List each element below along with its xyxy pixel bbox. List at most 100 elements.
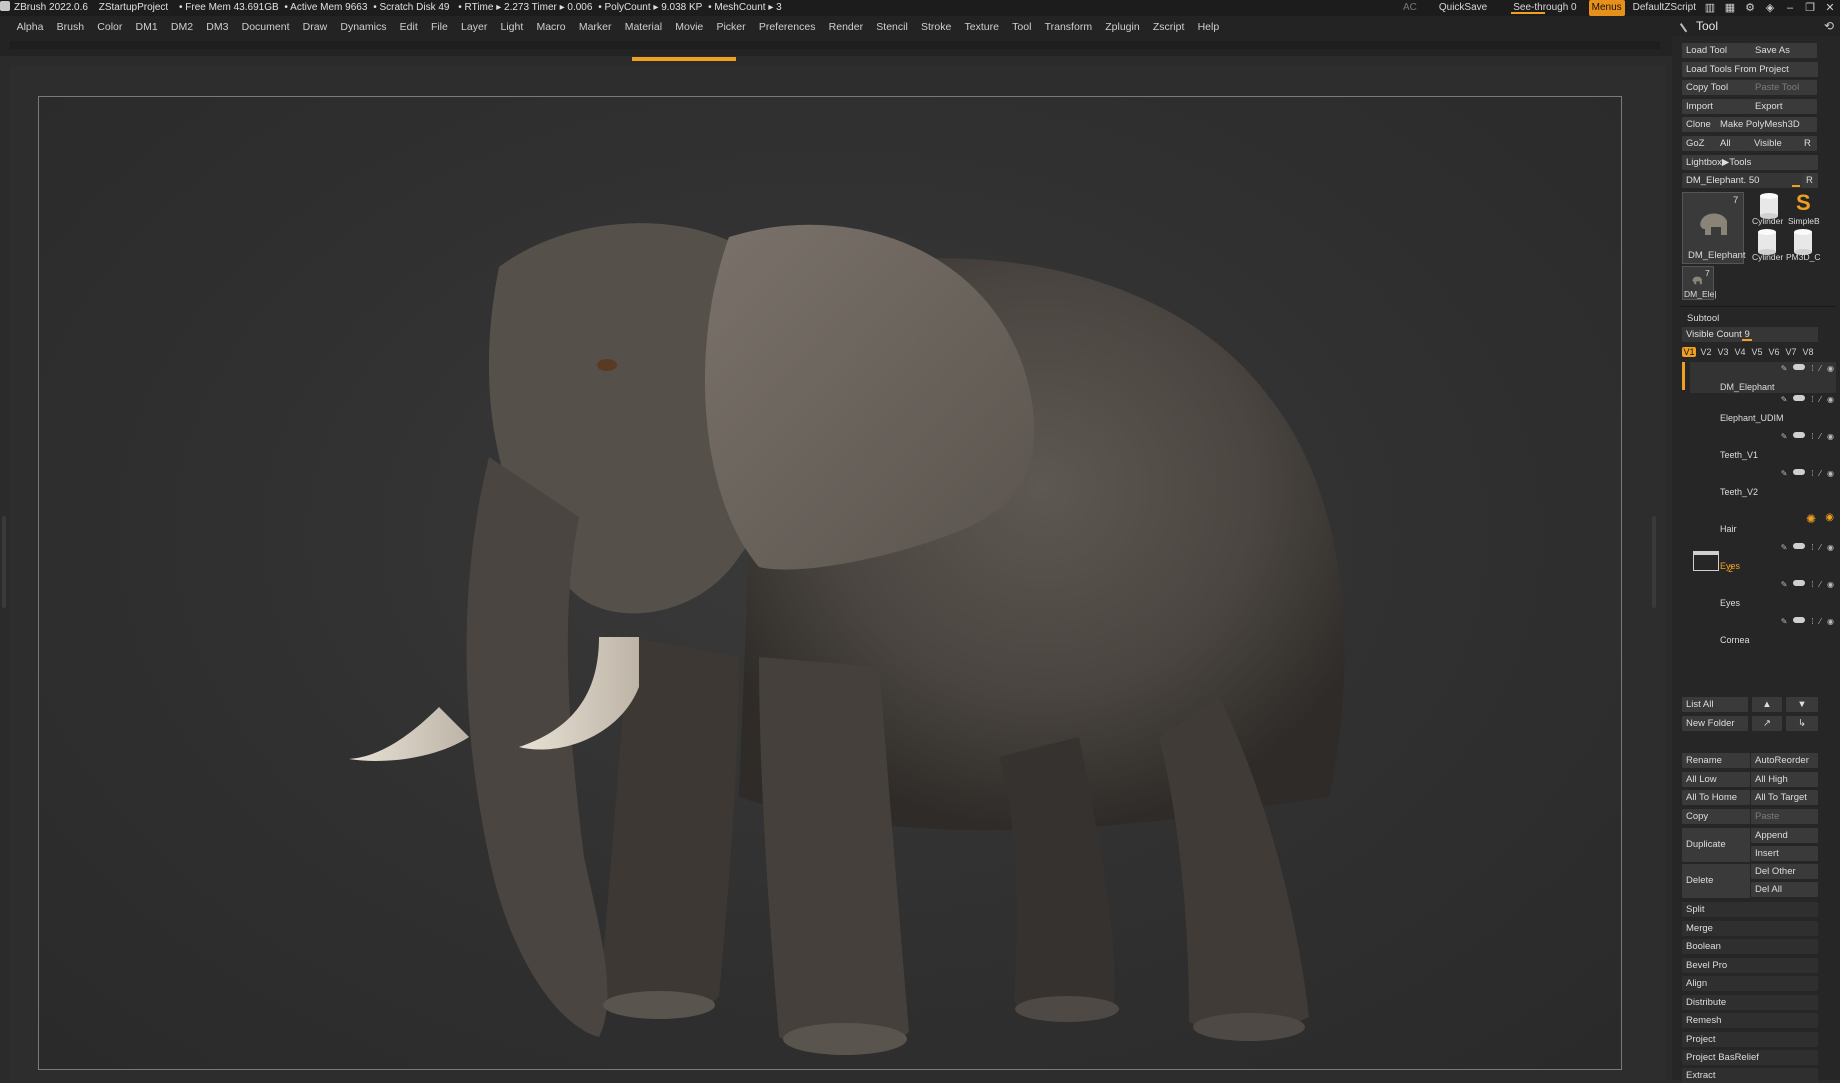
all-to-home-button[interactable]: All To Home: [1682, 790, 1750, 805]
append-button[interactable]: Append: [1751, 828, 1818, 843]
folder-eye-icon[interactable]: ◉: [1825, 512, 1834, 523]
menu-render[interactable]: Render: [822, 21, 870, 33]
goz-all-button[interactable]: All: [1716, 136, 1750, 151]
all-high-button[interactable]: All High: [1751, 772, 1818, 787]
menu-movie[interactable]: Movie: [669, 21, 710, 33]
eye-icon[interactable]: ◉: [1827, 395, 1834, 404]
del-all-button[interactable]: Del All: [1751, 882, 1818, 897]
subtool-tab-v6[interactable]: V6: [1767, 347, 1781, 357]
ac-label[interactable]: AC: [1403, 0, 1417, 16]
all-to-target-button[interactable]: All To Target: [1751, 790, 1818, 805]
menu-dm1[interactable]: DM1: [129, 21, 164, 33]
tool-thumb-elephant[interactable]: 7 DM_Elephant: [1682, 192, 1746, 264]
clone-button[interactable]: Clone: [1682, 117, 1716, 132]
subtool-row[interactable]: DM_Elephant ✎ ⁞ ⁄ ◉: [1690, 362, 1836, 393]
export-button[interactable]: Export: [1751, 99, 1817, 114]
goz-visible-button[interactable]: Visible: [1750, 136, 1800, 151]
default-zscript-button[interactable]: DefaultZScript: [1633, 0, 1696, 16]
rename-button[interactable]: Rename: [1682, 753, 1750, 768]
menu-zplugin[interactable]: Zplugin: [1099, 21, 1147, 33]
menus-toggle[interactable]: Menus: [1588, 0, 1625, 16]
menu-stroke[interactable]: Stroke: [914, 21, 958, 33]
pencil-icon[interactable]: ✎: [1781, 580, 1788, 589]
brush-icon[interactable]: ⁄: [1820, 469, 1821, 478]
lock-icon[interactable]: ⁞: [1811, 580, 1813, 589]
lock-icon[interactable]: ⁞: [1811, 395, 1813, 404]
brush-icon[interactable]: ⁄: [1820, 543, 1821, 552]
quicksave-button[interactable]: QuickSave: [1439, 0, 1487, 16]
menu-material[interactable]: Material: [618, 21, 669, 33]
subtool-tab-v3[interactable]: V3: [1716, 347, 1730, 357]
move-down-button[interactable]: ▼: [1786, 697, 1818, 712]
autoreorder-button[interactable]: AutoReorder: [1751, 753, 1818, 768]
paste-tool-button[interactable]: Paste Tool: [1751, 80, 1817, 95]
copy-tool-button[interactable]: Copy Tool: [1682, 80, 1752, 95]
subtool-row[interactable]: Teeth_V2 ✎ ⁞ ⁄ ◉: [1690, 467, 1836, 498]
menu-stencil[interactable]: Stencil: [870, 21, 915, 33]
brush-icon[interactable]: ⁄: [1820, 580, 1821, 589]
pencil-icon[interactable]: ✎: [1781, 364, 1788, 373]
toggle-icon[interactable]: [1793, 543, 1806, 549]
tool-thumb-simplebrush[interactable]: S SimpleB: [1786, 190, 1820, 228]
pencil-icon[interactable]: ✎: [1781, 543, 1788, 552]
subtool-row[interactable]: Elephant_UDIM ✎ ⁞ ⁄ ◉: [1690, 393, 1836, 424]
paste-subtool-button[interactable]: Paste: [1751, 809, 1818, 824]
seethrough-slider[interactable]: See-through 0: [1509, 0, 1580, 16]
align-menu[interactable]: Align: [1682, 976, 1818, 991]
current-tool-r-button[interactable]: R: [1802, 173, 1818, 188]
load-tool-button[interactable]: Load Tool: [1682, 43, 1752, 58]
brush-icon[interactable]: ⁄: [1820, 617, 1821, 626]
bevel-pro-menu[interactable]: Bevel Pro: [1682, 958, 1818, 973]
menu-dm3[interactable]: DM3: [200, 21, 235, 33]
copy-subtool-button[interactable]: Copy: [1682, 809, 1750, 824]
visible-count-slider[interactable]: Visible Count 9: [1682, 327, 1818, 342]
settings-icon[interactable]: ⚙: [1744, 0, 1756, 16]
menu-transform[interactable]: Transform: [1038, 21, 1099, 33]
del-other-button[interactable]: Del Other: [1751, 864, 1818, 879]
new-folder-button[interactable]: New Folder: [1682, 716, 1748, 731]
delete-button[interactable]: Delete: [1682, 864, 1750, 898]
goz-button[interactable]: GoZ: [1682, 136, 1716, 151]
lock-icon[interactable]: ⁞: [1811, 469, 1813, 478]
insert-button[interactable]: Insert: [1751, 846, 1818, 861]
lightbox-tools-button[interactable]: Lightbox▶Tools: [1682, 155, 1818, 170]
split-menu[interactable]: Split: [1682, 902, 1818, 917]
restore-icon[interactable]: ❐: [1804, 0, 1816, 16]
boolean-menu[interactable]: Boolean: [1682, 939, 1818, 954]
tool-thumb-cylinder-2[interactable]: Cylinder: [1752, 228, 1784, 264]
load-tools-from-project-button[interactable]: Load Tools From Project: [1682, 62, 1818, 77]
duplicate-button[interactable]: Duplicate: [1682, 828, 1750, 862]
toggle-icon[interactable]: [1793, 432, 1806, 438]
toggle-icon[interactable]: [1793, 469, 1806, 475]
toggle-icon[interactable]: [1793, 580, 1806, 586]
current-tool-slider[interactable]: DM_Elephant. 50: [1682, 173, 1802, 188]
subtool-row[interactable]: Cornea ✎ ⁞ ⁄ ◉: [1690, 615, 1836, 646]
project-menu[interactable]: Project: [1682, 1032, 1818, 1047]
tool-thumb-cylinder-1[interactable]: Cylinder: [1752, 192, 1784, 228]
menu-document[interactable]: Document: [235, 21, 296, 33]
help-icon[interactable]: ◈: [1764, 0, 1776, 16]
subtool-tab-v2[interactable]: V2: [1699, 347, 1713, 357]
lock-icon[interactable]: ⁞: [1811, 432, 1813, 441]
menu-dynamics[interactable]: Dynamics: [334, 21, 393, 33]
list-all-button[interactable]: List All: [1682, 697, 1748, 712]
distribute-menu[interactable]: Distribute: [1682, 995, 1818, 1010]
layout-icon-2[interactable]: ▦: [1724, 0, 1736, 16]
menu-help[interactable]: Help: [1191, 21, 1226, 33]
project-basrelief-menu[interactable]: Project BasRelief: [1682, 1050, 1818, 1065]
eye-icon[interactable]: ◉: [1827, 617, 1834, 626]
eye-icon[interactable]: ◉: [1827, 543, 1834, 552]
menu-macro[interactable]: Macro: [530, 21, 572, 33]
pencil-icon[interactable]: ✎: [1781, 617, 1788, 626]
subtool-tab-v5[interactable]: V5: [1750, 347, 1764, 357]
all-low-button[interactable]: All Low: [1682, 772, 1750, 787]
layout-icon[interactable]: ▥: [1704, 0, 1716, 16]
right-tray-handle[interactable]: [1652, 516, 1656, 608]
toggle-icon[interactable]: [1793, 364, 1806, 370]
merge-menu[interactable]: Merge: [1682, 921, 1818, 936]
brush-icon[interactable]: ⁄: [1820, 364, 1821, 373]
menu-picker[interactable]: Picker: [710, 21, 752, 33]
pencil-icon[interactable]: ✎: [1781, 469, 1788, 478]
move-up-button[interactable]: ▲: [1752, 697, 1782, 712]
eye-icon[interactable]: ◉: [1827, 469, 1834, 478]
